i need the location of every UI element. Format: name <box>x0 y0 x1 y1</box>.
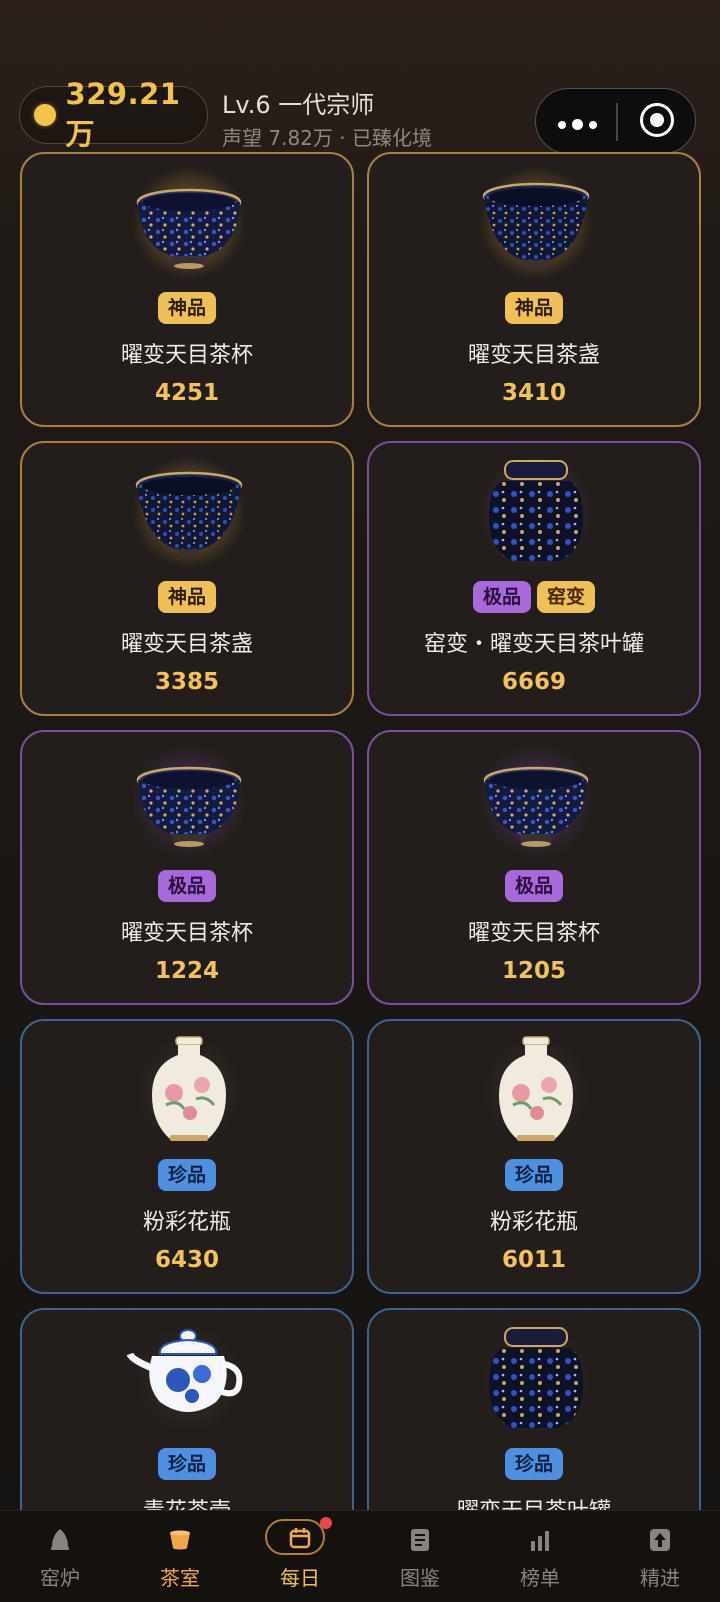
upgrade-icon <box>650 1529 670 1551</box>
ranking-icon <box>531 1531 549 1551</box>
item-artwork <box>126 746 252 856</box>
badge-group: 神品 <box>369 292 699 324</box>
item-name: 青花茶壶 <box>22 1493 352 1510</box>
badge-group: 极品 <box>369 870 699 902</box>
nav-label: 榜单 <box>520 1566 560 1590</box>
item-card[interactable]: 极品曜变天目茶杯 1224 <box>20 730 354 1005</box>
badge-group: 极品 <box>22 870 352 902</box>
coin-icon <box>34 104 56 126</box>
item-artwork <box>126 1324 252 1434</box>
nav-item-kiln[interactable]: 窑炉 <box>0 1511 120 1602</box>
item-name: 粉彩花瓶 <box>142 1210 231 1235</box>
coin-value: 329.21万 <box>65 77 181 151</box>
item-artwork <box>473 457 599 567</box>
badge-group: 珍品 <box>369 1448 699 1480</box>
item-name: 曜变天目茶杯 <box>120 921 253 946</box>
item-card[interactable]: 珍品曜变天目茶叶罐 <box>367 1308 701 1510</box>
item-value: 6669 <box>501 669 566 695</box>
item-card[interactable]: 神品曜变天目茶杯 4251 <box>20 152 354 427</box>
nav-item-upgrade[interactable]: 精进 <box>600 1511 720 1602</box>
badge-group: 神品 <box>22 581 352 613</box>
nav-item-ranking[interactable]: 榜单 <box>480 1511 600 1602</box>
item-card[interactable]: 极品 窑变窑变・曜变天目茶叶罐 6669 <box>367 441 701 716</box>
item-artwork <box>473 746 599 856</box>
badge-group: 神品 <box>22 292 352 324</box>
rarity-badge: 极品 <box>157 870 216 902</box>
item-card[interactable]: 珍品粉彩花瓶 6430 <box>20 1019 354 1294</box>
rarity-badge: 极品 <box>504 870 563 902</box>
rarity-badge: 珍品 <box>504 1448 563 1480</box>
item-name: 曜变天目茶叶罐 <box>369 1493 699 1510</box>
badge-group: 极品 窑变 <box>369 581 699 613</box>
badge-group: 珍品 <box>369 1159 699 1191</box>
teacup-icon <box>170 1530 190 1550</box>
kiln-icon <box>51 1529 69 1550</box>
nav-label: 图鉴 <box>400 1566 440 1590</box>
item-value: 1224 <box>154 958 219 984</box>
rarity-badge: 神品 <box>157 292 216 324</box>
item-artwork <box>473 1035 599 1145</box>
catalog-icon <box>411 1529 429 1551</box>
nav-label: 茶室 <box>160 1566 200 1590</box>
item-value: 1205 <box>501 958 566 984</box>
rarity-badge: 神品 <box>157 581 216 613</box>
notification-dot <box>320 1517 332 1529</box>
coin-balance[interactable]: 329.21万 <box>19 77 208 151</box>
item-value: 4251 <box>154 380 219 406</box>
rarity-badge: 珍品 <box>157 1448 216 1480</box>
nav-label: 每日 <box>280 1566 320 1590</box>
nav-item-catalog[interactable]: 图鉴 <box>360 1511 480 1602</box>
badge-group: 珍品 <box>22 1448 352 1480</box>
calendar-icon <box>289 1528 311 1549</box>
item-artwork <box>126 168 252 278</box>
item-name: 曜变天目茶盏 <box>467 343 600 368</box>
item-card[interactable]: 珍品青花茶壶 <box>20 1308 354 1510</box>
item-artwork <box>126 457 252 567</box>
item-card[interactable]: 珍品粉彩花瓶 6011 <box>367 1019 701 1294</box>
item-artwork <box>473 1324 599 1434</box>
nav-label: 精进 <box>640 1566 680 1590</box>
item-name: 曜变天目茶杯 <box>120 343 253 368</box>
rarity-badge: 神品 <box>504 292 563 324</box>
item-card[interactable]: 极品曜变天目茶杯 1205 <box>367 730 701 1005</box>
more-options-button[interactable] <box>558 119 597 130</box>
reputation-status: 声望 7.82万 · 已臻化境 <box>222 126 432 150</box>
level-title: Lv.6 一代宗师 <box>222 91 375 119</box>
item-card[interactable]: 神品曜变天目茶盏 3410 <box>367 152 701 427</box>
item-value: 6011 <box>501 1247 566 1273</box>
rarity-badge: 珍品 <box>157 1159 216 1191</box>
item-name: 窑变・曜变天目茶叶罐 <box>423 632 644 657</box>
collection-grid: 神品 曜变天目茶杯 4251 神品 曜变天目茶盏 3410 神品 曜变天目茶盏 3385 <box>0 152 720 1510</box>
bottom-nav: 窑炉 茶室 每日 图鉴 榜单 精进 <box>0 1510 720 1602</box>
rarity-badge: 珍品 <box>504 1159 563 1191</box>
nav-label: 窑炉 <box>40 1566 80 1590</box>
item-artwork <box>473 168 599 278</box>
rarity-badge: 窑变 <box>537 581 596 613</box>
item-artwork <box>126 1035 252 1145</box>
capsule-divider <box>616 103 618 141</box>
item-value: 3410 <box>501 380 566 406</box>
header: 329.21万 Lv.6 一代宗师 声望 7.82万 · 已臻化境 <box>0 0 720 160</box>
nav-item-daily[interactable]: 每日 <box>240 1511 360 1602</box>
item-name: 曜变天目茶杯 <box>467 921 600 946</box>
close-target-button[interactable] <box>640 103 674 137</box>
rarity-badge: 极品 <box>472 581 531 613</box>
item-name: 曜变天目茶盏 <box>120 632 253 657</box>
item-value: 6430 <box>154 1247 219 1273</box>
mini-program-capsule <box>535 88 696 154</box>
item-card[interactable]: 神品曜变天目茶盏 3385 <box>20 441 354 716</box>
item-value: 3385 <box>154 669 219 695</box>
nav-item-tearoom[interactable]: 茶室 <box>120 1511 240 1602</box>
badge-group: 珍品 <box>22 1159 352 1191</box>
item-name: 粉彩花瓶 <box>489 1210 578 1235</box>
